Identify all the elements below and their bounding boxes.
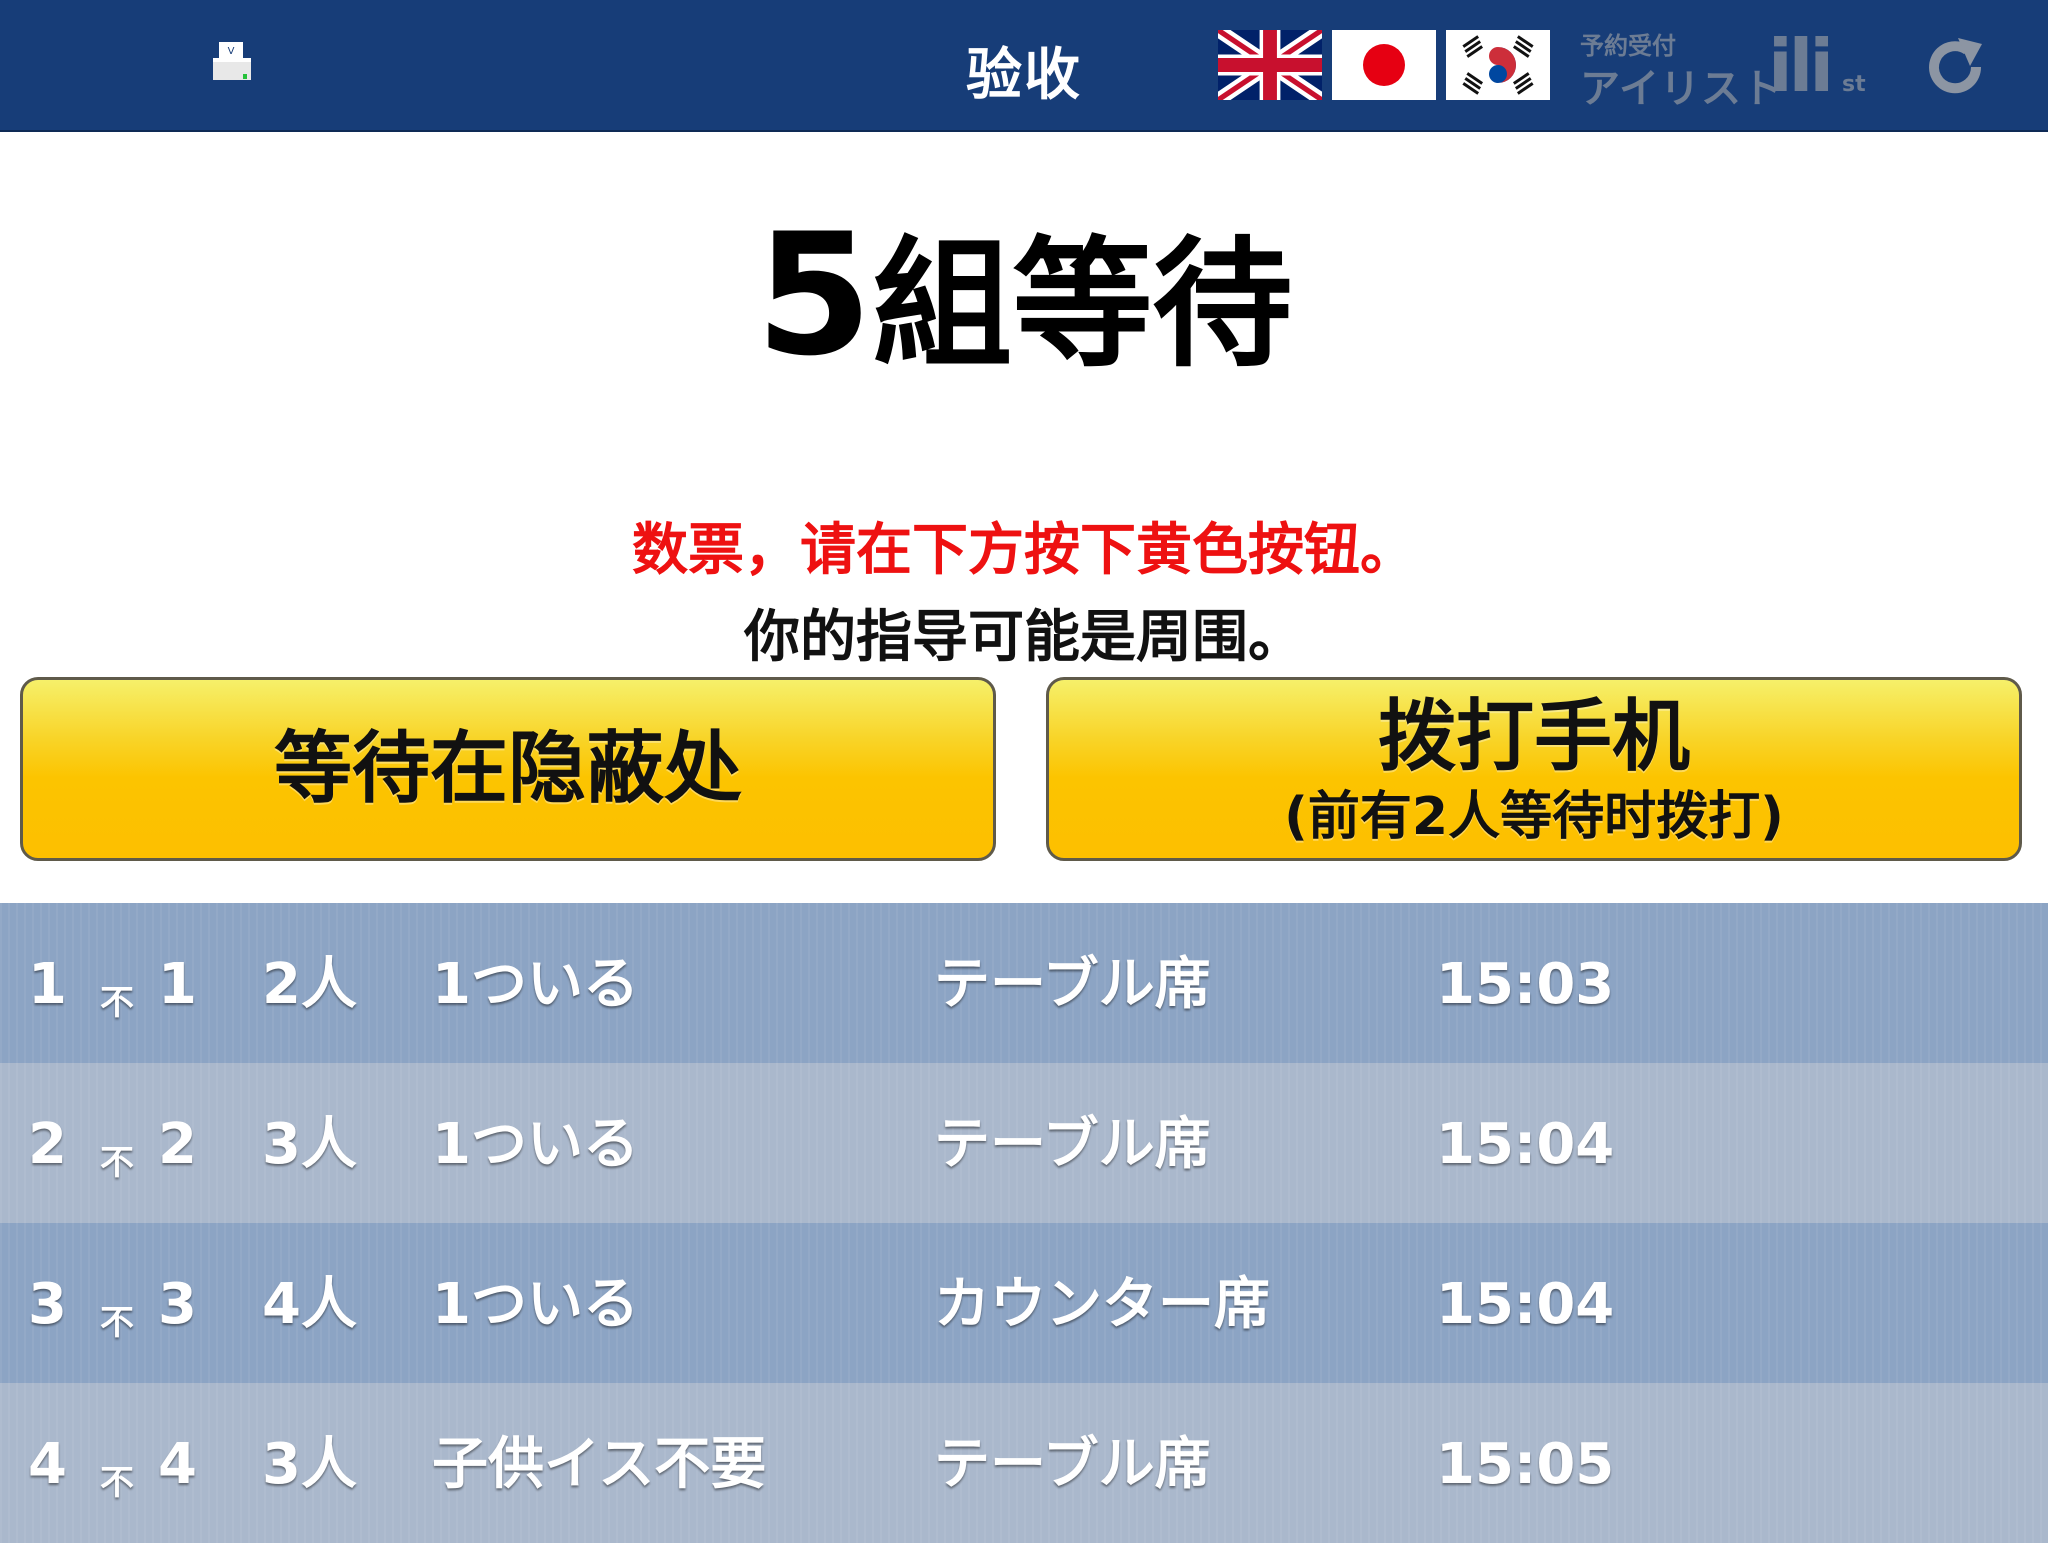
wait-nearby-button[interactable]: 等待在隐蔽处 <box>20 677 996 861</box>
ticket-prefix: 不 <box>100 1143 134 1183</box>
queue-position: 1 <box>28 952 67 1017</box>
ticket-number: 4 <box>158 1432 197 1497</box>
party-note: 1ついる <box>432 1112 639 1177</box>
queue-row[interactable]: 4 不 4 3人 子供イス不要 テーブル席 15:05 <box>0 1383 2048 1543</box>
ticket-number: 3 <box>158 1272 197 1337</box>
ticket-prefix: 不 <box>100 983 134 1023</box>
call-phone-sublabel: (前有2人等待时拨打) <box>1284 787 1784 847</box>
queue-position: 3 <box>28 1272 67 1337</box>
arrival-time: 15:04 <box>1436 1272 1615 1337</box>
brand-name: アイリスト <box>1580 66 1783 112</box>
party-note: 1ついる <box>432 952 639 1017</box>
queue-row[interactable]: 2 不 2 3人 1ついる テーブル席 15:04 <box>0 1063 2048 1223</box>
refresh-icon[interactable] <box>1920 32 1990 102</box>
party-size: 4人 <box>262 1272 357 1337</box>
seat-type: テーブル席 <box>934 1432 1211 1497</box>
call-phone-label: 拨打手机 <box>1377 692 1690 782</box>
queue-row[interactable]: 1 不 1 2人 1ついる テーブル席 15:03 <box>0 903 2048 1063</box>
party-size: 3人 <box>262 1112 357 1177</box>
flag-uk-icon[interactable] <box>1218 30 1322 100</box>
seat-type: カウンター席 <box>934 1272 1270 1337</box>
seat-type: テーブル席 <box>934 952 1211 1017</box>
queue-position: 2 <box>28 1112 67 1177</box>
waiting-count: 5組等待 <box>0 211 2048 387</box>
brand-logo-sub: st <box>1842 72 1866 97</box>
arrival-time: 15:03 <box>1436 952 1615 1017</box>
ticket-prefix: 不 <box>100 1303 134 1343</box>
brand-logo: 予約受付 アイリスト ili st <box>1580 24 1870 112</box>
seat-type: テーブル席 <box>934 1112 1211 1177</box>
arrival-time: 15:05 <box>1436 1432 1615 1497</box>
party-size: 2人 <box>262 952 357 1017</box>
guidance-notice: 你的指导可能是周围。 <box>744 605 1304 670</box>
ticket-number: 1 <box>158 952 197 1017</box>
waiting-count-suffix: 組等待 <box>872 224 1293 387</box>
ticket-prefix: 不 <box>100 1463 134 1503</box>
queue-row[interactable]: 3 不 3 4人 1ついる カウンター席 15:04 <box>0 1223 2048 1383</box>
call-phone-button[interactable]: 拨打手机 (前有2人等待时拨打) <box>1046 677 2022 861</box>
instruction-notice: 数票，请在下方按下黄色按钮。 <box>632 518 1416 583</box>
ticket-number: 2 <box>158 1112 197 1177</box>
top-bar: V 验收 予約受付 アイリスト ili st <box>0 0 2048 132</box>
brand-logo-mark: ili <box>1768 24 1834 108</box>
waiting-count-number: 5 <box>755 197 873 393</box>
arrival-time: 15:04 <box>1436 1112 1615 1177</box>
party-size: 3人 <box>262 1432 357 1497</box>
queue-list: 1 不 1 2人 1ついる テーブル席 15:03 2 不 2 3人 1ついる … <box>0 903 2048 1543</box>
party-note: 子供イス不要 <box>432 1432 767 1497</box>
flag-korea-icon[interactable] <box>1446 30 1550 100</box>
flag-japan-icon[interactable] <box>1332 30 1436 100</box>
party-note: 1ついる <box>432 1272 639 1337</box>
queue-position: 4 <box>28 1432 67 1497</box>
wait-nearby-label: 等待在隐蔽处 <box>273 724 742 814</box>
